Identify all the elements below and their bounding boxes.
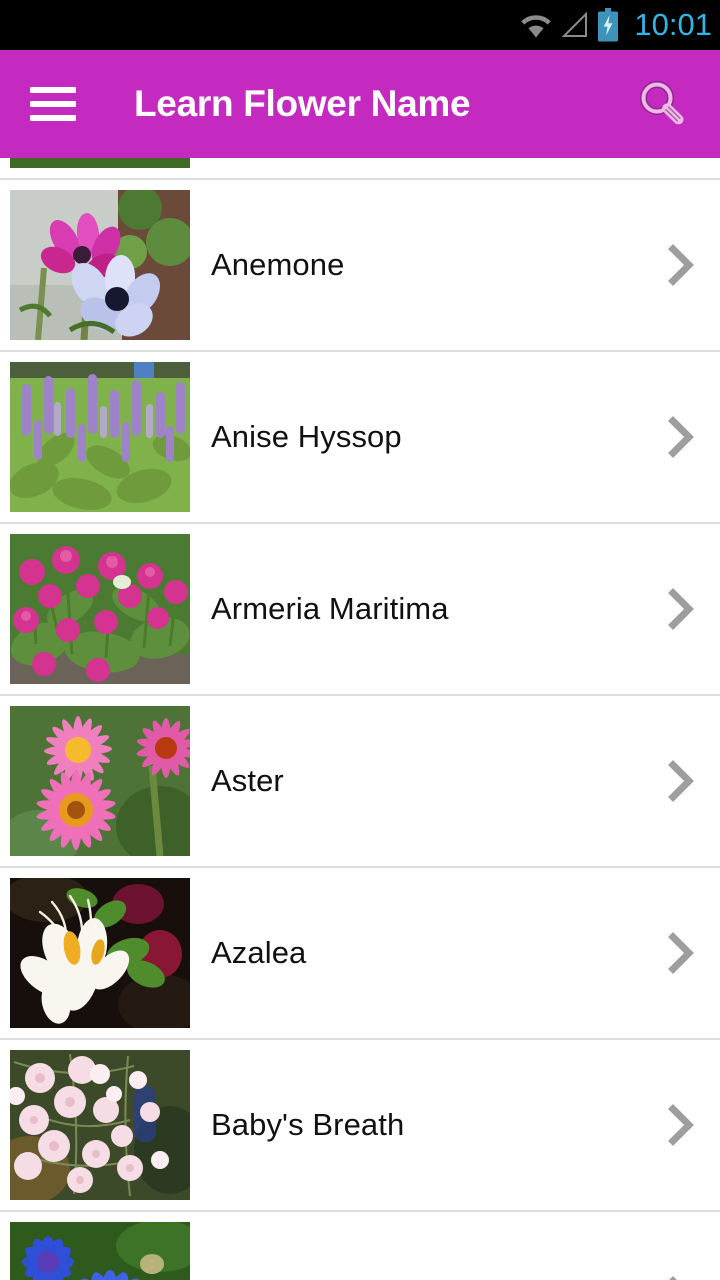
flower-list-content: Anemone Anise Hyssop Armeria Maritima As… — [0, 158, 720, 1280]
page-title: Learn Flower Name — [134, 83, 471, 124]
anise-hyssop-purple-spikes-image — [10, 362, 190, 512]
wifi-icon — [521, 15, 552, 38]
babys-breath-pale-pink-clusters-image — [10, 1050, 190, 1200]
flower-list[interactable]: Anemone Anise Hyssop Armeria Maritima As… — [0, 158, 720, 1280]
list-item[interactable]: Baby's Breath — [0, 1040, 720, 1212]
battery-charging-icon — [598, 8, 619, 42]
list-item[interactable]: Armeria Maritima — [0, 524, 720, 696]
list-item[interactable] — [0, 1212, 720, 1280]
search-button[interactable] — [630, 72, 694, 136]
thumbnail — [10, 534, 190, 684]
hamburger-bar-3 — [30, 115, 76, 121]
aster-pink-daisy-image — [10, 706, 190, 856]
thumbnail — [10, 706, 190, 856]
thumbnail — [10, 1222, 190, 1280]
list-item-label: Anemone — [211, 247, 345, 282]
hamburger-menu-icon[interactable] — [30, 87, 76, 121]
chevron-right-icon[interactable] — [660, 242, 700, 288]
chevron-right-icon[interactable] — [660, 586, 700, 632]
chevron-right-icon[interactable] — [660, 930, 700, 976]
app-bar: Learn Flower Name — [0, 50, 720, 158]
list-item[interactable]: Anemone — [0, 180, 720, 352]
hamburger-bar-1 — [30, 87, 76, 93]
thumbnail — [10, 362, 190, 512]
chevron-right-icon[interactable] — [660, 1102, 700, 1148]
hamburger-bar-2 — [30, 101, 76, 107]
armeria-maritima-pink-pompoms-image — [10, 534, 190, 684]
cornflower-blue-bloom-image — [10, 1222, 190, 1280]
list-item-label: Anise Hyssop — [211, 419, 402, 454]
chevron-right-icon[interactable] — [660, 758, 700, 804]
chevron-right-icon[interactable] — [660, 1274, 700, 1280]
anemone-pink-and-blue-flowers-image — [10, 190, 190, 340]
list-item[interactable] — [0, 158, 720, 180]
list-item[interactable]: Azalea — [0, 868, 720, 1040]
list-item-label: Aster — [211, 763, 284, 798]
azalea-white-blooms-image — [10, 878, 190, 1028]
thumbnail — [10, 878, 190, 1028]
leafy-green-plant-image — [10, 158, 190, 168]
thumbnail — [10, 1050, 190, 1200]
status-bar-clock: 10:01 — [634, 6, 712, 42]
list-item-label: Baby's Breath — [211, 1107, 405, 1142]
app-screen: 10:01 Learn Flower Name Anemone Anise Hy… — [0, 0, 720, 1280]
chevron-right-icon[interactable] — [660, 414, 700, 460]
list-item[interactable]: Anise Hyssop — [0, 352, 720, 524]
list-item-label: Armeria Maritima — [211, 591, 449, 626]
status-bar: 10:01 — [0, 0, 720, 50]
signal-icon — [562, 11, 588, 37]
search-icon — [639, 80, 684, 125]
thumbnail — [10, 190, 190, 340]
status-bar-icons: 10:01 — [518, 8, 712, 42]
thumbnail — [10, 158, 190, 168]
list-item-label: Azalea — [211, 935, 307, 970]
list-item[interactable]: Aster — [0, 696, 720, 868]
